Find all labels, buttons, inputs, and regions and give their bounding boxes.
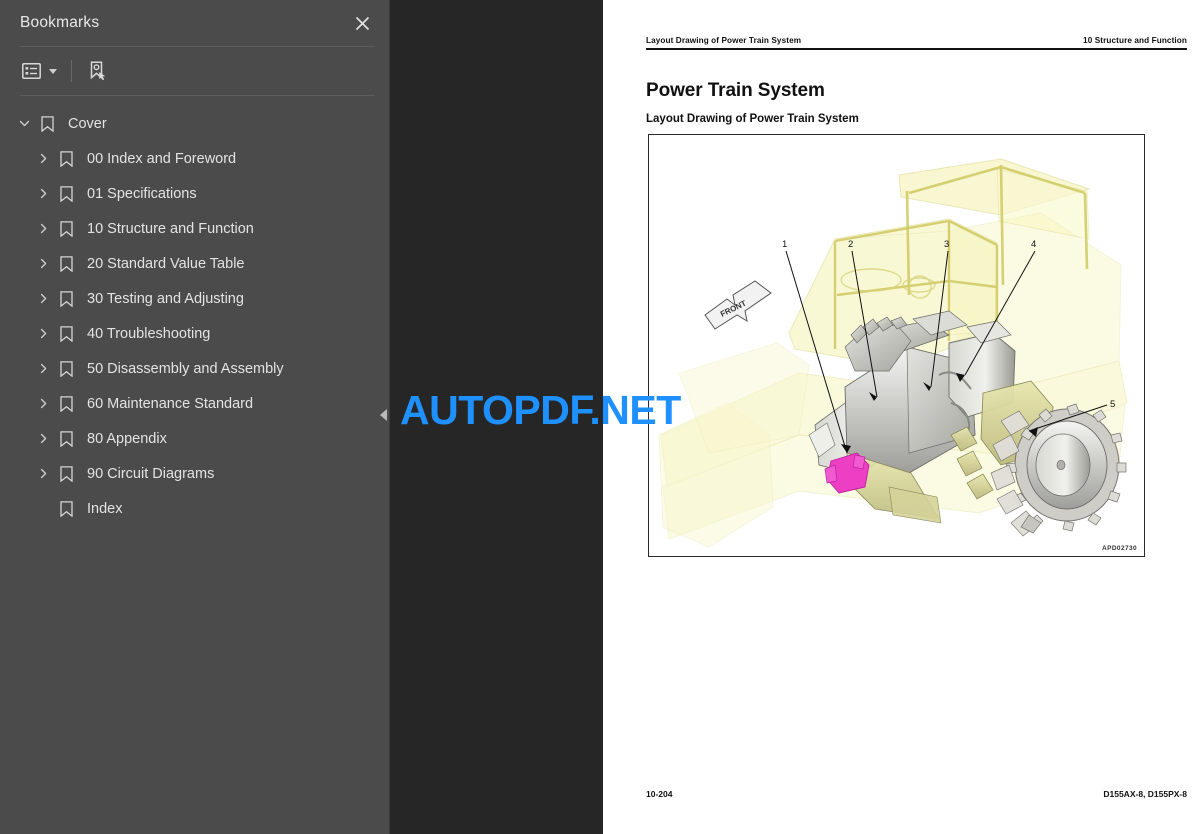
bookmark-item-30-testing-and-adjusting[interactable]: 30 Testing and Adjusting bbox=[0, 281, 389, 316]
chevron-right-icon[interactable] bbox=[33, 429, 53, 449]
bookmark-item-60-maintenance-standard[interactable]: 60 Maintenance Standard bbox=[0, 386, 389, 421]
bookmark-icon bbox=[55, 219, 77, 239]
bookmark-item-00-index-and-foreword[interactable]: 00 Index and Foreword bbox=[0, 141, 389, 176]
chevron-right-icon[interactable] bbox=[33, 219, 53, 239]
header-rule bbox=[646, 48, 1187, 50]
triangle-left-glyph bbox=[380, 409, 387, 421]
bookmark-icon bbox=[55, 359, 77, 379]
bookmark-item-80-appendix[interactable]: 80 Appendix bbox=[0, 421, 389, 456]
bookmark-label: Index bbox=[87, 500, 123, 517]
bookmark-label: Cover bbox=[68, 115, 107, 132]
chevron-down-icon[interactable] bbox=[49, 68, 57, 74]
bookmark-item-10-structure-and-function[interactable]: 10 Structure and Function bbox=[0, 211, 389, 246]
power-train-illustration: FRONT 1 2 3 4 5 bbox=[658, 158, 1128, 548]
page-subtitle: Layout Drawing of Power Train System bbox=[646, 113, 859, 125]
running-header-left: Layout Drawing of Power Train System bbox=[646, 36, 802, 45]
bookmark-label: 10 Structure and Function bbox=[87, 220, 254, 237]
bookmark-icon bbox=[55, 289, 77, 309]
bookmark-icon bbox=[55, 394, 77, 414]
chevron-right-icon[interactable] bbox=[33, 254, 53, 274]
bookmark-label: 60 Maintenance Standard bbox=[87, 395, 254, 412]
bookmark-tree: Cover 00 Index and Foreword 01 Specifica… bbox=[0, 96, 389, 526]
callout-3: 3 bbox=[944, 239, 949, 250]
bookmark-icon bbox=[55, 254, 77, 274]
power-train-layout-figure: FRONT 1 2 3 4 5 APD02730 bbox=[648, 134, 1145, 557]
close-icon[interactable] bbox=[349, 10, 375, 36]
add-bookmark-icon[interactable] bbox=[86, 58, 110, 84]
chevron-down-icon[interactable] bbox=[14, 114, 34, 134]
bookmark-label: 80 Appendix bbox=[87, 430, 167, 447]
bookmarks-panel-header: Bookmarks bbox=[0, 0, 389, 46]
page-content: Layout Drawing of Power Train System 10 … bbox=[646, 0, 1187, 834]
collapse-left-icon[interactable] bbox=[377, 395, 390, 435]
bookmark-item-cover[interactable]: Cover bbox=[0, 106, 389, 141]
bookmark-icon bbox=[55, 149, 77, 169]
bookmark-item-index[interactable]: Index bbox=[0, 491, 389, 526]
chevron-right-icon[interactable] bbox=[33, 359, 53, 379]
front-direction-arrow: FRONT bbox=[704, 280, 772, 330]
bookmark-label: 50 Disassembly and Assembly bbox=[87, 360, 284, 377]
bookmark-icon bbox=[55, 184, 77, 204]
bookmark-label: 01 Specifications bbox=[87, 185, 197, 202]
bookmark-label: 30 Testing and Adjusting bbox=[87, 290, 244, 307]
bookmark-item-50-disassembly-and-assembly[interactable]: 50 Disassembly and Assembly bbox=[0, 351, 389, 386]
bookmark-label: 20 Standard Value Table bbox=[87, 255, 245, 272]
chevron-right-icon[interactable] bbox=[33, 324, 53, 344]
pdf-viewer-app: Bookmarks Cover 00 Index and Foreword 01… bbox=[0, 0, 1200, 834]
document-viewer[interactable]: Layout Drawing of Power Train System 10 … bbox=[390, 0, 1200, 834]
callout-1: 1 bbox=[782, 239, 787, 250]
bookmarks-panel: Bookmarks Cover 00 Index and Foreword 01… bbox=[0, 0, 390, 834]
callout-5: 5 bbox=[1110, 399, 1115, 410]
list-options-icon[interactable] bbox=[20, 60, 43, 82]
bookmark-icon bbox=[36, 114, 58, 134]
bookmark-label: 40 Troubleshooting bbox=[87, 325, 211, 342]
page-number: 10-204 bbox=[646, 789, 673, 799]
panel-title: Bookmarks bbox=[20, 14, 100, 31]
pdf-page: Layout Drawing of Power Train System 10 … bbox=[603, 0, 1200, 834]
bookmark-icon bbox=[55, 429, 77, 449]
chevron-right-icon[interactable] bbox=[33, 394, 53, 414]
figure-code: APD02730 bbox=[1102, 545, 1137, 552]
running-header-right: 10 Structure and Function bbox=[1083, 36, 1187, 45]
bookmark-icon bbox=[55, 499, 77, 519]
bookmark-label: 00 Index and Foreword bbox=[87, 150, 237, 167]
callout-4: 4 bbox=[1031, 239, 1036, 250]
bookmark-item-90-circuit-diagrams[interactable]: 90 Circuit Diagrams bbox=[0, 456, 389, 491]
bookmark-item-40-troubleshooting[interactable]: 40 Troubleshooting bbox=[0, 316, 389, 351]
callout-2: 2 bbox=[848, 239, 853, 250]
page-running-header: Layout Drawing of Power Train System 10 … bbox=[646, 36, 1187, 45]
page-footer: 10-204 D155AX-8, D155PX-8 bbox=[646, 789, 1187, 799]
chevron-right-icon[interactable] bbox=[33, 149, 53, 169]
bookmark-icon bbox=[55, 464, 77, 484]
page-title: Power Train System bbox=[646, 80, 825, 101]
bookmark-icon bbox=[55, 324, 77, 344]
chevron-right-icon[interactable] bbox=[33, 184, 53, 204]
bookmarks-toolbar bbox=[0, 47, 389, 95]
chevron-right-icon[interactable] bbox=[33, 464, 53, 484]
model-designation: D155AX-8, D155PX-8 bbox=[1103, 789, 1187, 799]
toolbar-separator bbox=[71, 60, 72, 82]
bookmark-label: 90 Circuit Diagrams bbox=[87, 465, 215, 482]
bookmark-item-20-standard-value-table[interactable]: 20 Standard Value Table bbox=[0, 246, 389, 281]
bookmark-item-01-specifications[interactable]: 01 Specifications bbox=[0, 176, 389, 211]
chevron-right-icon[interactable] bbox=[33, 289, 53, 309]
